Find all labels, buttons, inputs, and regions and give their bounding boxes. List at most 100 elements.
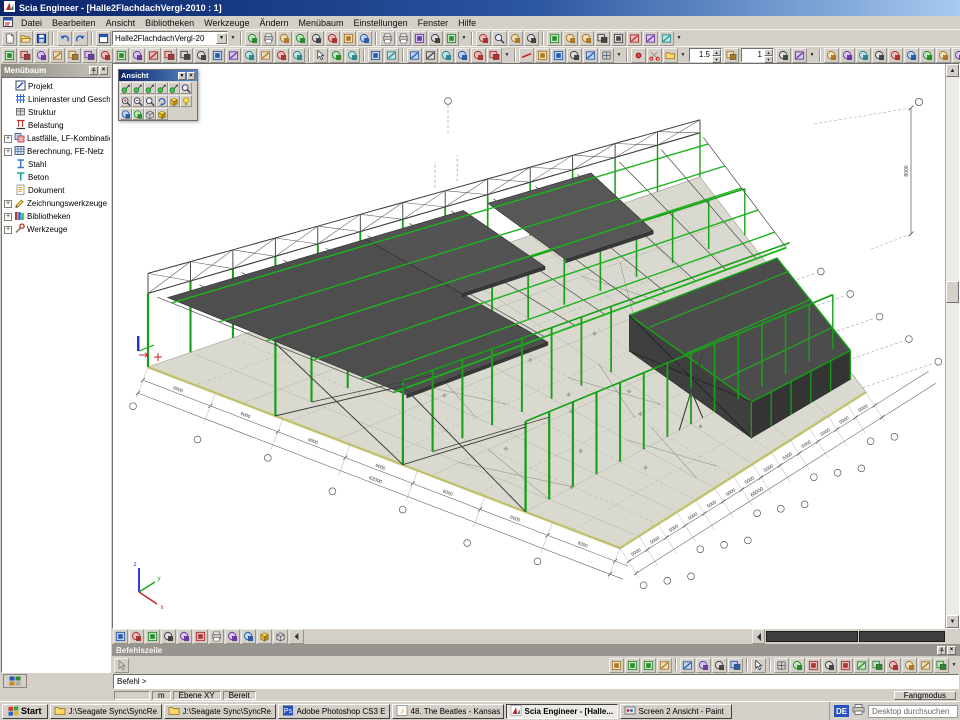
menu-hilfe[interactable]: Hilfe xyxy=(453,18,481,28)
menu-werkzeuge[interactable]: Werkzeuge xyxy=(199,18,254,28)
tree-item-linienraster-und-geschosse[interactable]: Linienraster und Geschosse xyxy=(4,93,110,106)
tree-expander-icon[interactable]: + xyxy=(4,148,12,156)
rotate-view-icon[interactable] xyxy=(156,95,168,107)
toolbar-dropdown-icon[interactable]: ▼ xyxy=(679,48,687,63)
beam-snap-icon[interactable] xyxy=(696,658,711,673)
tree-item-beton[interactable]: Beton xyxy=(4,171,110,184)
flag-tool-icon[interactable] xyxy=(177,629,192,644)
chevron-down-icon[interactable]: ▼ xyxy=(216,33,227,44)
opening-icon[interactable] xyxy=(130,48,145,63)
task-button-folder[interactable]: J:\Seagate Sync\SyncRe... xyxy=(50,704,162,719)
snap-box-icon[interactable] xyxy=(934,658,949,673)
toolbar-dropdown-icon[interactable]: ▼ xyxy=(460,31,468,46)
clip-box-icon[interactable] xyxy=(168,95,180,107)
chevron-down-icon[interactable]: ▼ xyxy=(178,72,186,80)
tree-item-zeichnungswerkzeuge[interactable]: +Zeichnungswerkzeuge xyxy=(4,197,110,210)
export-folder-icon[interactable] xyxy=(663,48,678,63)
ansicht-toolbar[interactable]: Ansicht ▼ × xyxy=(118,69,198,121)
table-compose-icon[interactable] xyxy=(792,48,807,63)
beam-b1-icon[interactable] xyxy=(824,48,839,63)
node-snap-icon[interactable] xyxy=(680,658,695,673)
task-button-photoshop[interactable]: PsAdobe Photoshop CS3 E... xyxy=(278,704,390,719)
project-window-icon[interactable] xyxy=(96,31,111,46)
beam-b4-icon[interactable] xyxy=(872,48,887,63)
menu-ndern[interactable]: Ändern xyxy=(254,18,293,28)
toolbar-dropdown-icon[interactable]: ▼ xyxy=(615,48,623,63)
arbitrary-icon[interactable] xyxy=(258,48,273,63)
snap-mode-button[interactable]: Fangmodus xyxy=(894,691,956,700)
beam-icon[interactable] xyxy=(18,48,33,63)
regen-icon[interactable] xyxy=(357,31,372,46)
save-icon[interactable] xyxy=(34,31,49,46)
angle-tool-icon[interactable] xyxy=(583,48,598,63)
panel-icon[interactable] xyxy=(114,48,129,63)
scale-spinner[interactable]: 1.5▲▼ xyxy=(689,48,722,62)
plate-icon[interactable] xyxy=(50,48,65,63)
clipboard-view-icon[interactable] xyxy=(309,31,324,46)
help-pointer-icon[interactable] xyxy=(524,31,539,46)
tree-expander-icon[interactable]: + xyxy=(4,135,12,143)
menu-menbaum[interactable]: Menübaum xyxy=(294,18,349,28)
menu-einstellungen[interactable]: Einstellungen xyxy=(349,18,413,28)
point-green-icon[interactable] xyxy=(806,658,821,673)
snap-tan-icon[interactable] xyxy=(886,658,901,673)
desktop-search-input[interactable]: Desktop durchsuchen xyxy=(868,705,958,718)
render-b-icon[interactable] xyxy=(132,108,144,120)
view-z-icon[interactable] xyxy=(144,82,156,94)
undo-icon[interactable] xyxy=(57,31,72,46)
preview-icon[interactable] xyxy=(277,31,292,46)
snap-end-icon[interactable] xyxy=(822,658,837,673)
zoom-out-icon[interactable] xyxy=(132,95,144,107)
count-spinner[interactable]: 1▲▼ xyxy=(741,48,774,62)
snap-len-icon[interactable] xyxy=(918,658,933,673)
circle-tool-icon[interactable] xyxy=(567,48,582,63)
render-mini-icon[interactable] xyxy=(225,629,240,644)
tree-item-stahl[interactable]: Stahl xyxy=(4,158,110,171)
pin-icon[interactable] xyxy=(89,66,98,75)
load-panel-icon[interactable] xyxy=(274,48,289,63)
storeys-icon[interactable] xyxy=(161,629,176,644)
delete-item-icon[interactable] xyxy=(325,31,340,46)
print-data-icon[interactable] xyxy=(261,31,276,46)
tree-item-werkzeuge[interactable]: +Werkzeuge xyxy=(4,223,110,236)
tree-expander-icon[interactable]: + xyxy=(4,226,12,234)
model-3d-view[interactable]: 5000500050005000500050005000500050005000… xyxy=(113,64,943,626)
cursor-snap-icon[interactable] xyxy=(751,658,766,673)
win-new-icon[interactable] xyxy=(595,31,610,46)
move-icon[interactable] xyxy=(407,48,422,63)
snap-par-icon[interactable] xyxy=(902,658,917,673)
storey-icon[interactable] xyxy=(290,48,305,63)
zoom-window-icon[interactable] xyxy=(144,95,156,107)
copy-icon[interactable] xyxy=(423,48,438,63)
scale-icon[interactable] xyxy=(487,48,502,63)
ortho-snap-icon[interactable] xyxy=(790,658,805,673)
menubaum-header[interactable]: Menübaum × xyxy=(1,64,111,77)
beam-b6-icon[interactable] xyxy=(904,48,919,63)
project-combobox[interactable]: Halle2FlachdachVergl-20▼ xyxy=(112,31,228,45)
dot-red-icon[interactable] xyxy=(631,48,646,63)
axes-tool-icon[interactable] xyxy=(145,629,160,644)
section-ref-icon[interactable] xyxy=(724,48,739,63)
poly-snap-icon[interactable] xyxy=(728,658,743,673)
solid-cube-icon[interactable] xyxy=(156,108,168,120)
line-snap-icon[interactable] xyxy=(609,658,624,673)
slab-icon[interactable] xyxy=(98,48,113,63)
toolbar-dropdown-icon[interactable]: ▼ xyxy=(229,31,237,46)
wall-icon[interactable] xyxy=(66,48,81,63)
cube-color-icon[interactable] xyxy=(257,629,272,644)
purlin-icon[interactable] xyxy=(210,48,225,63)
select-add-icon[interactable] xyxy=(329,48,344,63)
spin-up-icon[interactable]: ▲ xyxy=(712,49,721,56)
snap-int-icon[interactable] xyxy=(870,658,885,673)
image-doc-icon[interactable] xyxy=(412,31,427,46)
view-y-icon[interactable] xyxy=(132,82,144,94)
befehlszeile-header[interactable]: Befehlszeile × xyxy=(112,644,960,656)
scroll-down-icon[interactable]: ▼ xyxy=(946,615,959,628)
zoom-doc-icon[interactable] xyxy=(492,31,507,46)
multicopy-icon[interactable] xyxy=(439,48,454,63)
link-icon[interactable] xyxy=(476,31,491,46)
toolbar-config-icon[interactable] xyxy=(508,31,523,46)
tree-item-projekt[interactable]: Projekt xyxy=(4,80,110,93)
surface-snap-icon[interactable] xyxy=(712,658,727,673)
menu-bibliotheken[interactable]: Bibliotheken xyxy=(140,18,199,28)
